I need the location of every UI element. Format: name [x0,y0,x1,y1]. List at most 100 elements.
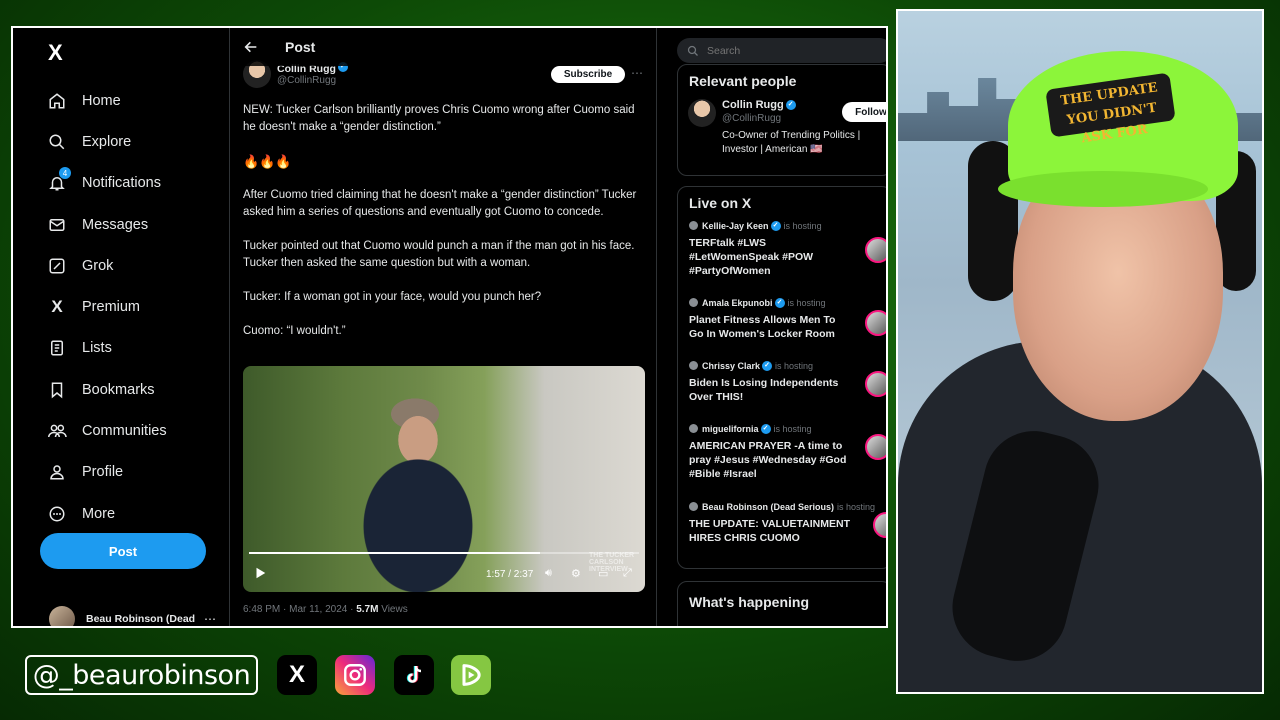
live-host-name: Chrissy Clark [702,360,761,371]
notification-badge: 4 [59,167,71,180]
post-paragraph: Tucker: If a woman got in your face, wou… [243,291,542,303]
avatar [689,221,698,230]
search-bar[interactable] [677,38,886,63]
back-arrow-icon[interactable] [243,39,259,55]
sidebar-nav: Home Explore 4 Notifications Messages Gr… [46,80,167,534]
whats-happening-card: What's happening [677,581,886,626]
page-title: Post [285,39,316,55]
more-circle-icon [46,503,68,525]
post-paragraph: Tucker pointed out that Cuomo would punc… [243,240,635,269]
account-switcher[interactable]: Beau Robinson (Dead Serious) ⋯ [49,606,219,626]
live-item[interactable]: miguelifornia ✓ is hosting AMERICAN PRAYER… [678,422,886,500]
video-player[interactable]: 1:57 / 2:37 🔊︎ ⚙︎ ▭ ⤢ THE TUCKER CARLSON… [243,366,645,592]
sidebar-item-home[interactable]: Home [46,80,167,121]
follow-button[interactable]: Follow [842,102,886,122]
avatar [689,424,698,433]
live-thumbnail[interactable] [873,512,886,538]
hosting-label: is hosting [837,501,876,512]
live-item[interactable]: Amala Ekpunobi ✓ is hosting Planet Fitness… [678,296,886,359]
webcam-feed: THE UPDATE YOU DIDN'T ASK FOR [896,9,1264,694]
avatar [689,298,698,307]
live-item[interactable]: Chrissy Clark ✓ is hosting Biden Is Losing… [678,359,886,422]
fire-emoji-icon: 🔥🔥🔥 [243,154,292,169]
sidebar-item-lists[interactable]: Lists [46,328,167,369]
video-progress-fill [249,552,540,554]
verified-badge-icon: ✓ [760,423,771,434]
post-timestamp[interactable]: 6:48 PM · Mar 11, 2024 · [243,604,356,615]
person-handle[interactable]: @CollinRugg [722,113,781,124]
live-host-name: miguelifornia [702,423,759,434]
grok-icon [46,255,68,277]
views-label: Views [378,604,408,615]
relevant-people-card: Relevant people Collin Rugg ✓ @CollinRugg… [677,64,886,176]
hosting-label: is hosting [787,297,826,308]
post-paragraph: NEW: Tucker Carlson brilliantly proves C… [243,104,635,133]
hosting-label: is hosting [783,220,822,231]
sidebar-item-label: Explore [82,133,132,150]
x-browser-window: X Home Explore 4 Notifications Messages … [11,26,888,628]
settings-gear-icon[interactable]: ⚙︎ [571,567,581,580]
sidebar-item-messages[interactable]: Messages [46,204,167,245]
sidebar-item-label: Communities [82,423,167,440]
live-thumbnail[interactable] [865,237,886,263]
avatar[interactable] [688,99,716,127]
hosting-label: is hosting [773,423,812,434]
whats-happening-title: What's happening [689,594,809,610]
x-logo-icon[interactable]: X [48,40,63,66]
verified-badge-icon: ✓ [785,100,796,111]
relevant-people-title: Relevant people [689,73,797,89]
sidebar-item-label: Bookmarks [82,381,155,398]
sidebar-item-profile[interactable]: Profile [46,452,167,493]
live-thumbnail[interactable] [865,434,886,460]
right-sidebar: Relevant people Collin Rugg✓ @CollinRugg… [658,28,886,626]
avatar [689,361,698,370]
person-name[interactable]: Collin Rugg ✓ [722,99,796,111]
sidebar-item-grok[interactable]: Grok [46,245,167,286]
live-thumbnail[interactable] [865,371,886,397]
search-input[interactable] [707,44,877,57]
video-time: 1:57 / 2:37 [486,569,534,580]
video-progress-bar[interactable] [249,552,639,554]
hosting-label: is hosting [775,360,814,371]
volume-icon[interactable]: 🔊︎ [545,567,552,580]
live-host-name: Beau Robinson (Dead Serious) [702,501,835,512]
bell-icon: 4 [46,167,71,194]
live-title: AMERICAN PRAYER -A time to pray #Jesus #… [689,440,847,480]
sidebar-item-label: Premium [82,299,141,316]
main-column: Post Collin Rugg ✓ @CollinRugg Subscribe … [231,28,657,626]
sidebar-item-premium[interactable]: X Premium [46,286,167,327]
play-icon[interactable] [253,566,267,580]
tiktok-icon [394,655,434,695]
live-thumbnail[interactable] [865,310,886,336]
left-sidebar: X Home Explore 4 Notifications Messages … [13,28,230,626]
avatar [689,502,698,511]
live-on-x-title: Live on X [689,195,752,211]
x-icon: X [277,655,317,695]
author-handle[interactable]: @CollinRugg [277,75,348,87]
sidebar-item-label: Home [82,92,121,109]
sidebar-item-explore[interactable]: Explore [46,121,167,162]
sidebar-item-label: Notifications [82,175,161,192]
sidebar-item-bookmarks[interactable]: Bookmarks [46,369,167,410]
sidebar-item-more[interactable]: More [46,493,167,534]
relevant-person[interactable]: Collin Rugg ✓ @CollinRugg Co-Owner of Tre… [678,97,886,165]
post-button[interactable]: Post [40,533,206,569]
person-icon [46,461,68,483]
sidebar-item-communities[interactable]: Communities [46,410,167,451]
sidebar-item-notifications[interactable]: 4 Notifications [46,163,167,204]
sidebar-item-label: More [82,505,116,522]
home-icon [46,90,68,112]
sidebar-item-label: Profile [82,464,124,481]
envelope-icon [46,214,68,236]
post-paragraph: After Cuomo tried claiming that he doesn… [243,189,637,218]
person-bio: Co-Owner of Trending Politics | Investor… [722,130,861,155]
main-header: Post [231,28,656,66]
live-title: Biden Is Losing Independents Over THIS! [689,377,839,403]
social-handle: @_beaurobinson [25,655,258,695]
view-count: 5.7M [356,604,379,615]
live-item[interactable]: Beau Robinson (Dead Serious) is hosting T… [678,500,886,550]
subscribe-button[interactable]: Subscribe [551,66,625,83]
live-item[interactable]: Kellie-Jay Keen ✓ is hosting TERFtalk #LWS… [678,219,886,296]
verified-badge-icon: ✓ [770,220,781,231]
more-icon[interactable]: ⋯ [631,66,643,80]
